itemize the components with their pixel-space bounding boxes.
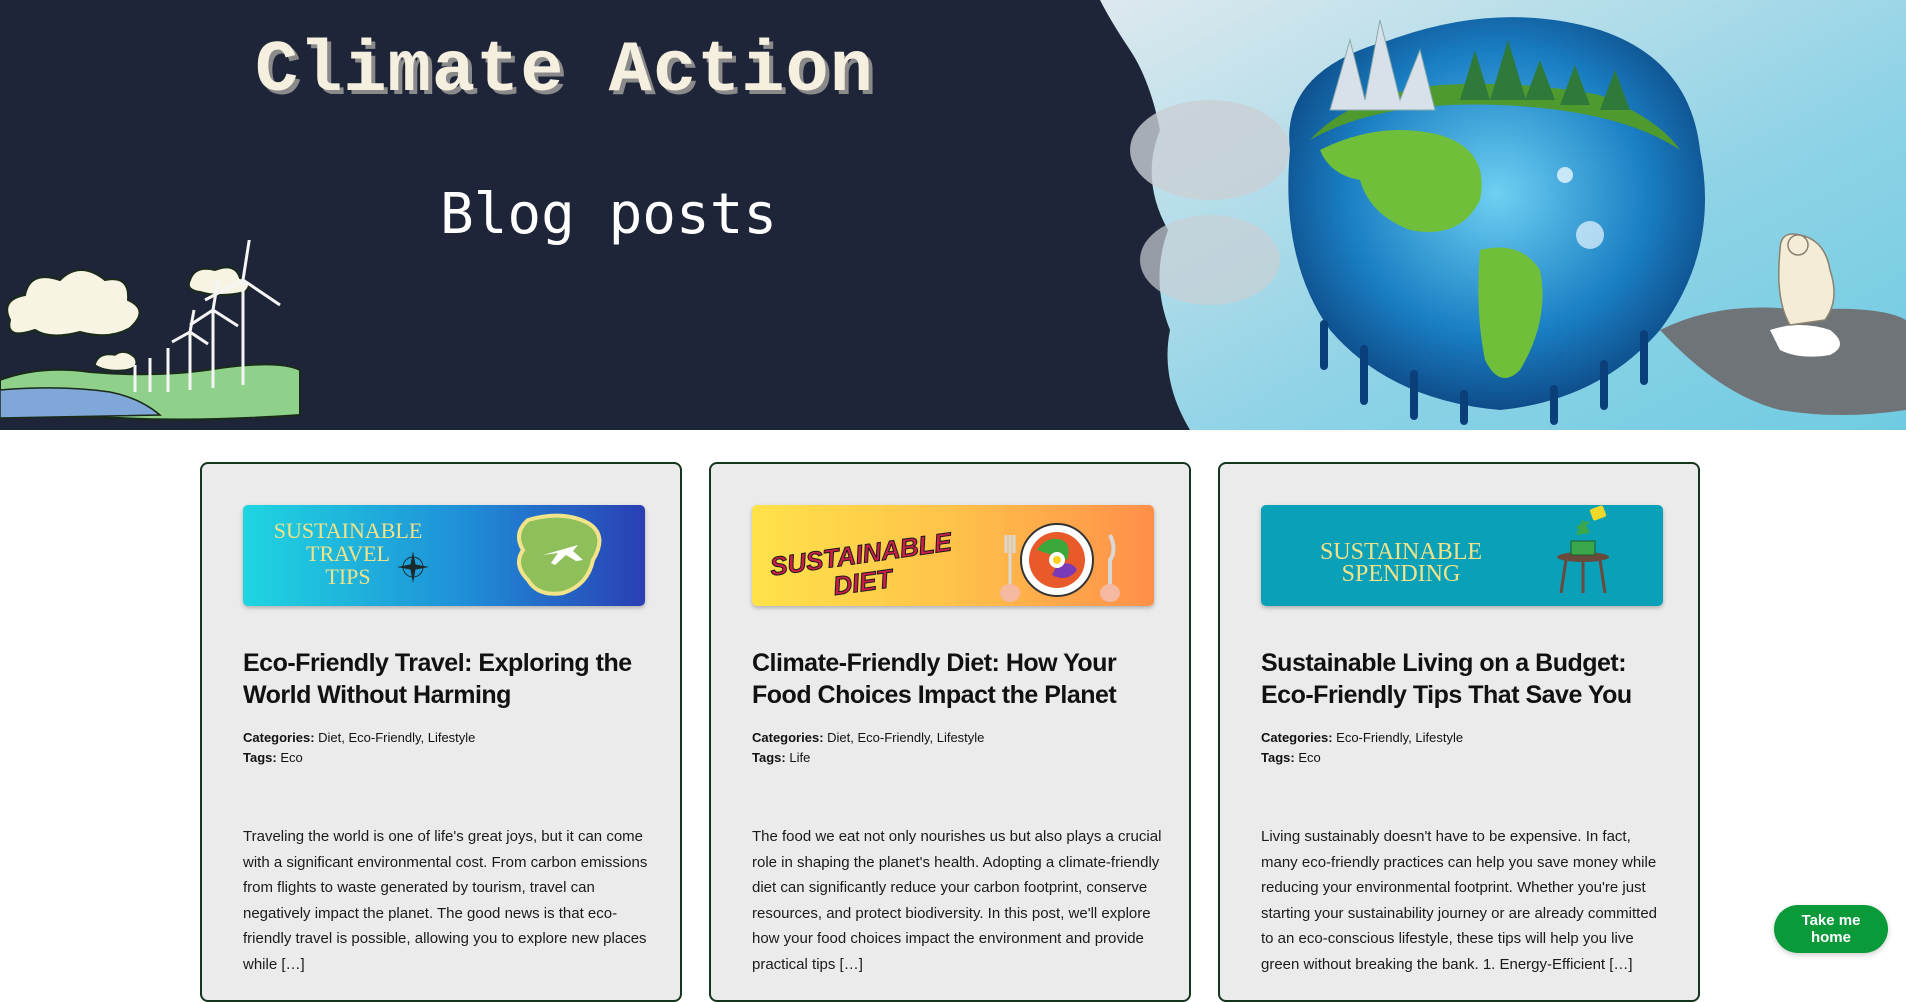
categories-label: Categories: [243,730,315,745]
windmill-illustration [0,240,301,421]
diet-thumbnail-image: SUSTAINABLE DIET [752,505,1154,606]
post-thumbnail[interactable]: SUSTAINABLE SPENDING [1261,505,1663,606]
svg-text:SPENDING: SPENDING [1342,561,1461,587]
post-categories[interactable]: Diet, Eco-Friendly, Lifestyle [318,730,475,745]
post-thumbnail[interactable]: SUSTAINABLE DIET [752,505,1154,606]
travel-thumbnail-image: SUSTAINABLE TRAVEL TIPS [243,505,645,606]
blog-card-diet[interactable]: SUSTAINABLE DIET Climate-Friendly Diet: … [709,462,1191,1002]
post-title[interactable]: Climate-Friendly Diet: How Your Food Cho… [752,647,1162,711]
post-tags[interactable]: Eco [1298,750,1320,765]
svg-text:SUSTAINABLE: SUSTAINABLE [274,518,423,543]
page-subtitle: Blog posts [440,182,778,247]
food-plate-icon [1020,523,1094,597]
svg-text:TIPS: TIPS [325,564,370,589]
post-tags[interactable]: Life [789,750,810,765]
tags-label: Tags: [1261,750,1295,765]
blog-card-budget[interactable]: SUSTAINABLE SPENDING Sustainable Living … [1218,462,1700,1002]
svg-text:TRAVEL: TRAVEL [306,541,390,566]
categories-label: Categories: [752,730,824,745]
hero-banner: Climate Action Blog posts [0,0,1906,430]
post-meta: Categories: Diet, Eco-Friendly, Lifestyl… [752,728,1162,768]
post-excerpt: The food we eat not only nourishes us bu… [752,828,1162,973]
melting-earth-illustration [1080,0,1906,430]
tags-label: Tags: [752,750,786,765]
tags-label: Tags: [243,750,277,765]
blog-card-travel[interactable]: SUSTAINABLE TRAVEL TIPS Eco-Friendly Tra… [200,462,682,1002]
categories-label: Categories: [1261,730,1333,745]
post-meta: Categories: Diet, Eco-Friendly, Lifestyl… [243,728,653,768]
site-title: Climate Action [255,30,874,112]
post-title[interactable]: Sustainable Living on a Budget: Eco-Frie… [1261,647,1671,711]
post-title[interactable]: Eco-Friendly Travel: Exploring the World… [243,647,653,711]
post-excerpt: Living sustainably doesn't have to be ex… [1261,828,1658,973]
post-categories[interactable]: Diet, Eco-Friendly, Lifestyle [827,730,984,745]
post-meta: Categories: Eco-Friendly, Lifestyle Tags… [1261,728,1671,768]
post-categories[interactable]: Eco-Friendly, Lifestyle [1336,730,1463,745]
post-excerpt: Traveling the world is one of life's gre… [243,828,648,973]
take-me-home-button[interactable]: Take me home [1774,905,1888,953]
spending-thumbnail-image: SUSTAINABLE SPENDING [1261,505,1663,606]
post-tags[interactable]: Eco [280,750,302,765]
post-thumbnail[interactable]: SUSTAINABLE TRAVEL TIPS [243,505,645,606]
blog-post-list: SUSTAINABLE TRAVEL TIPS Eco-Friendly Tra… [200,462,1706,1002]
